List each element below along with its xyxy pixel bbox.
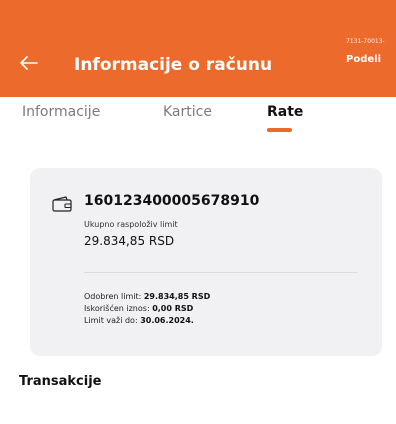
- wallet-icon: [52, 196, 72, 212]
- account-card: 160123400005678910 Ukupno raspoloživ lim…: [30, 168, 382, 356]
- available-limit-value: 29.834,85 RSD: [84, 234, 175, 248]
- available-limit-label: Ukupno raspoloživ limit: [84, 220, 178, 229]
- arrow-left-icon[interactable]: [20, 56, 38, 70]
- divider: [84, 272, 358, 273]
- tab-informacije[interactable]: Informacije: [22, 104, 100, 120]
- approved-limit-row: Odobren limit: 29.834,85 RSD: [84, 292, 210, 301]
- transactions-title: Transakcije: [19, 374, 102, 389]
- tab-rate[interactable]: Rate: [267, 104, 303, 120]
- used-amount-row: Iskorišćen iznos: 0,00 RSD: [84, 304, 193, 313]
- limit-valid-label: Limit važi do:: [84, 316, 141, 325]
- approved-limit-label: Odobren limit:: [84, 292, 144, 301]
- used-amount-label: Iskorišćen iznos:: [84, 304, 153, 313]
- page-title: Informacije o računu: [74, 55, 273, 75]
- limit-valid-value: 30.06.2024.: [140, 316, 194, 325]
- account-number: 160123400005678910: [84, 193, 260, 209]
- tab-bar: Informacije Kartice Rate: [0, 97, 396, 137]
- share-button[interactable]: Podeli: [346, 54, 381, 65]
- tab-kartice[interactable]: Kartice: [163, 104, 212, 120]
- app-header: Informacije o računu 7131-70013- Podeli: [0, 0, 396, 97]
- account-number-small: 7131-70013-: [346, 38, 385, 45]
- active-tab-indicator: [267, 128, 292, 132]
- limit-valid-row: Limit važi do: 30.06.2024.: [84, 316, 194, 325]
- approved-limit-value: 29.834,85 RSD: [143, 292, 211, 301]
- used-amount-value: 0,00 RSD: [152, 304, 194, 313]
